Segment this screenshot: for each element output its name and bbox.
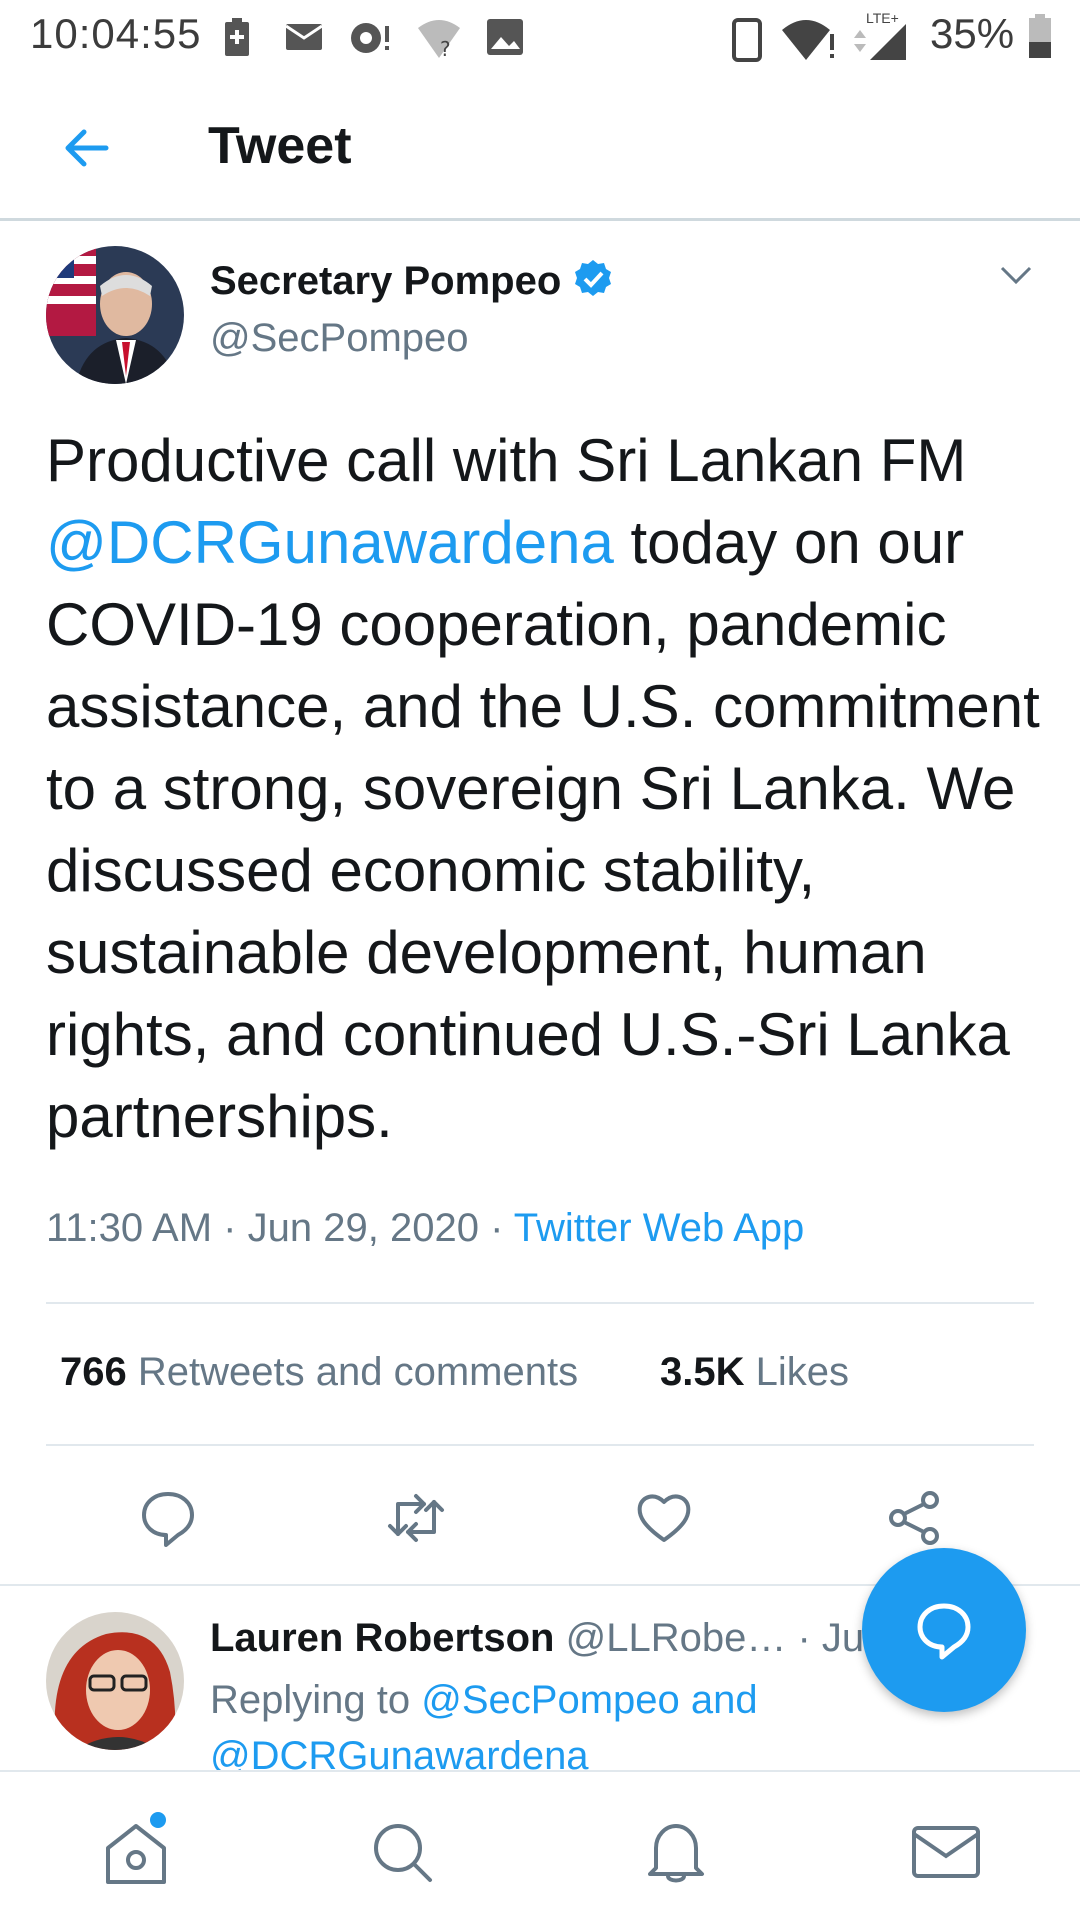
signal-icon bbox=[850, 18, 910, 67]
reply-author-avatar[interactable] bbox=[46, 1612, 184, 1750]
search-icon[interactable] bbox=[362, 1812, 442, 1892]
status-bar: 10:04:55 ? LTE+ 35% bbox=[0, 0, 1080, 78]
retweets-count: 766 bbox=[60, 1350, 127, 1394]
verified-badge-icon bbox=[572, 258, 614, 305]
retweets-stat[interactable]: 766 Retweets and comments bbox=[60, 1350, 578, 1395]
replying-to: Replying to @SecPompeo and @DCRGunawarde… bbox=[210, 1672, 910, 1784]
likes-label: Likes bbox=[755, 1350, 850, 1394]
divider bbox=[46, 1302, 1034, 1304]
battery-saver-icon bbox=[222, 18, 252, 63]
status-time: 10:04:55 bbox=[30, 10, 202, 57]
reply-fab-button[interactable] bbox=[862, 1548, 1026, 1712]
tweet-date: Jun 29, 2020 bbox=[247, 1206, 479, 1250]
phone-vibrate-icon bbox=[732, 18, 762, 67]
author-avatar[interactable] bbox=[46, 246, 184, 384]
tweet-meta: 11:30 AM · Jun 29, 2020 · Twitter Web Ap… bbox=[46, 1206, 804, 1251]
bottom-navigation bbox=[0, 1770, 1080, 1922]
author-name[interactable]: Secretary Pompeo bbox=[210, 259, 561, 303]
replying-prefix: Replying to bbox=[210, 1678, 411, 1722]
separator: · bbox=[223, 1206, 237, 1250]
bell-icon[interactable] bbox=[636, 1812, 716, 1892]
chevron-down-icon[interactable] bbox=[1000, 266, 1032, 291]
author-handle[interactable]: @SecPompeo bbox=[210, 316, 469, 361]
tweet-source-link[interactable]: Twitter Web App bbox=[514, 1206, 805, 1250]
mail-icon bbox=[284, 18, 324, 63]
tweet-text: Productive call with Sri Lankan FM @DCRG… bbox=[46, 420, 1046, 1158]
mention-link[interactable]: @DCRGunawardena bbox=[46, 509, 614, 576]
battery-icon bbox=[1028, 14, 1052, 63]
reply-icon[interactable] bbox=[138, 1488, 198, 1548]
envelope-icon[interactable] bbox=[906, 1812, 986, 1892]
separator: · bbox=[490, 1206, 504, 1250]
arrow-left-icon[interactable] bbox=[60, 122, 112, 179]
wifi-question-icon: ? bbox=[416, 18, 462, 65]
tweet-text-part: Productive call with Sri Lankan FM bbox=[46, 427, 967, 494]
wifi-alert-icon bbox=[780, 18, 836, 67]
author-info: Secretary Pompeo bbox=[210, 258, 614, 305]
reply-author-handle[interactable]: @LLRobe… bbox=[566, 1616, 787, 1660]
likes-stat[interactable]: 3.5K Likes bbox=[660, 1350, 849, 1395]
svg-text:?: ? bbox=[440, 37, 451, 60]
likes-count: 3.5K bbox=[660, 1350, 745, 1394]
reply-author-info: Lauren Robertson @LLRobe… · Ju bbox=[210, 1616, 864, 1661]
app-header: Tweet bbox=[0, 78, 1080, 221]
divider bbox=[46, 1444, 1034, 1446]
share-icon[interactable] bbox=[884, 1488, 944, 1548]
reply-icon bbox=[914, 1600, 974, 1665]
page-title: Tweet bbox=[208, 117, 352, 175]
tweet-text-part: today on our COVID-19 cooperation, pande… bbox=[46, 509, 1040, 1150]
image-icon bbox=[486, 18, 524, 61]
reply-date: · Ju bbox=[797, 1616, 865, 1660]
replying-mention[interactable]: @SecPompeo and bbox=[421, 1678, 757, 1722]
battery-percent: 35% bbox=[930, 10, 1015, 57]
retweets-label: Retweets and comments bbox=[137, 1350, 579, 1394]
home-icon[interactable] bbox=[96, 1812, 176, 1892]
reply-author-name[interactable]: Lauren Robertson bbox=[210, 1616, 554, 1660]
sync-alert-icon bbox=[348, 18, 392, 63]
retweet-icon[interactable] bbox=[384, 1488, 444, 1548]
tweet-time: 11:30 AM bbox=[46, 1206, 213, 1250]
heart-icon[interactable] bbox=[634, 1488, 694, 1548]
